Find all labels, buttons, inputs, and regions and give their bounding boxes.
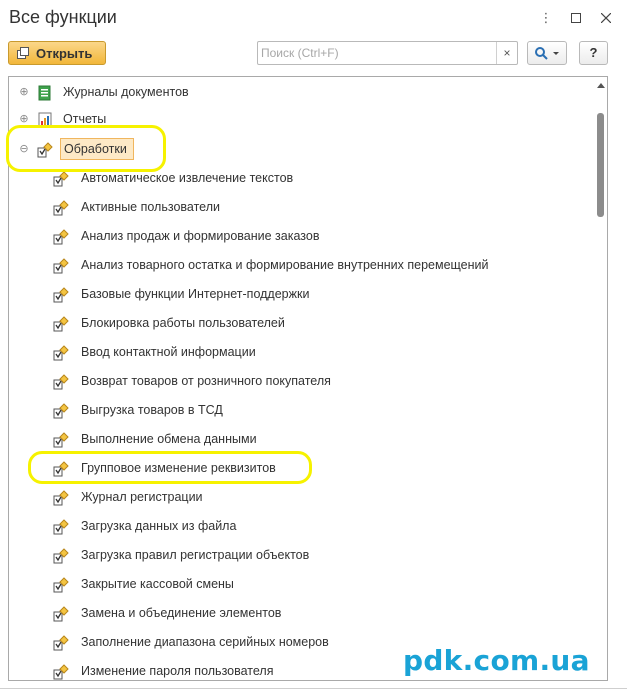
processing-icon <box>53 490 69 506</box>
scroll-thumb[interactable] <box>597 113 604 217</box>
processing-icon <box>53 171 69 187</box>
watermark-text: pdk.com.ua <box>403 644 590 677</box>
processing-icon <box>53 664 69 680</box>
processing-icon <box>53 577 69 593</box>
more-options-icon[interactable]: ⋮ <box>536 8 556 28</box>
processing-icon <box>53 403 69 419</box>
tree-child-label: Ввод контактной информации <box>81 345 256 359</box>
processing-icon <box>53 258 69 274</box>
tree-child-label: Выгрузка товаров в ТСД <box>81 403 223 417</box>
tree-child-label: Анализ продаж и формирование заказов <box>81 229 320 243</box>
tree-child-label: Журнал регистрации <box>81 490 203 504</box>
tree-item-label: Отчеты <box>63 112 107 126</box>
processing-icon <box>53 606 69 622</box>
tree-child-label: Возврат товаров от розничного покупателя <box>81 374 331 388</box>
open-button[interactable]: Открыть <box>8 41 106 65</box>
help-button[interactable]: ? <box>579 41 608 65</box>
processing-icon <box>53 287 69 303</box>
search-field[interactable]: × <box>257 41 518 65</box>
search-input[interactable] <box>261 44 493 62</box>
open-icon <box>17 47 29 59</box>
processing-icon <box>53 548 69 564</box>
processing-icon <box>53 519 69 535</box>
tree-child-label: Загрузка правил регистрации объектов <box>81 548 310 562</box>
tree-child-label: Замена и объединение элементов <box>81 606 282 620</box>
tree-child-label: Активные пользователи <box>81 200 220 214</box>
tree-child-label: Автоматическое извлечение текстов <box>81 171 294 185</box>
expand-icon[interactable]: ⊕ <box>19 114 29 125</box>
tree-child-label: Загрузка данных из файла <box>81 519 237 533</box>
title-bar: Все функции ⋮ <box>0 0 627 36</box>
bottom-divider <box>0 688 627 689</box>
highlight-ring-group-change <box>28 451 312 484</box>
search-icon <box>535 47 559 60</box>
processing-icon <box>53 432 69 448</box>
tree-child-label: Базовые функции Интернет-поддержки <box>81 287 310 301</box>
tree-child-label: Закрытие кассовой смены <box>81 577 234 591</box>
maximize-icon[interactable] <box>566 8 586 28</box>
highlight-ring-processing <box>6 125 166 172</box>
toolbar: Открыть × ? <box>0 40 627 70</box>
processing-icon <box>53 635 69 651</box>
processing-icon <box>53 345 69 361</box>
tree-child-label: Заполнение диапазона серийных номеров <box>81 635 329 649</box>
tree-child-label: Анализ товарного остатка и формирование … <box>81 258 489 272</box>
clear-search-icon[interactable]: × <box>496 42 517 64</box>
journal-icon <box>38 85 51 101</box>
vertical-scrollbar[interactable] <box>595 77 607 680</box>
tree-child-label: Блокировка работы пользователей <box>81 316 285 330</box>
processing-icon <box>53 374 69 390</box>
expand-icon[interactable]: ⊕ <box>19 87 29 98</box>
processing-icon <box>53 200 69 216</box>
window-title: Все функции <box>9 7 117 27</box>
processing-icon <box>53 229 69 245</box>
tree-child-label: Выполнение обмена данными <box>81 432 257 446</box>
search-options-button[interactable] <box>527 41 567 65</box>
open-button-label: Открыть <box>36 46 93 61</box>
tree-child-label: Изменение пароля пользователя <box>81 664 274 678</box>
scroll-up-icon[interactable] <box>597 83 605 88</box>
processing-icon <box>53 316 69 332</box>
close-icon[interactable] <box>596 8 616 28</box>
tree-item-label: Журналы документов <box>63 85 189 99</box>
